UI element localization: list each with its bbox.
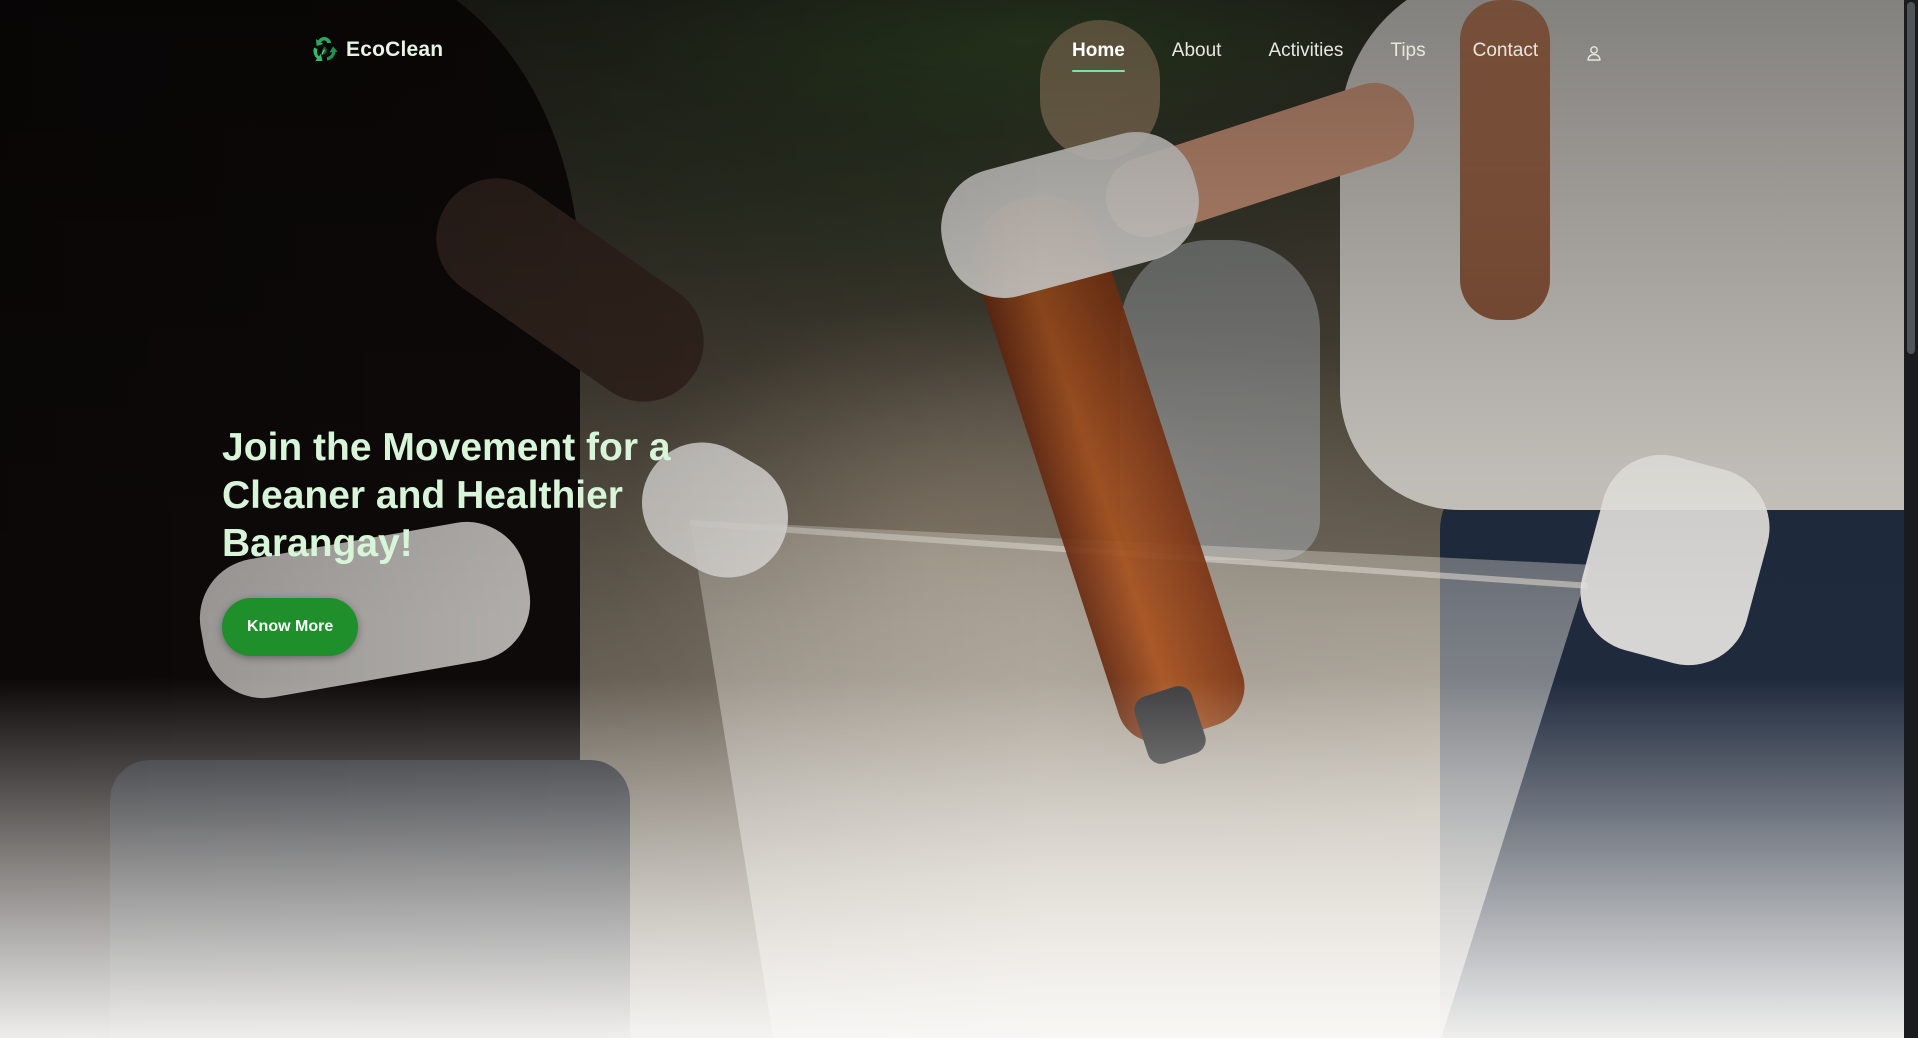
nav-item-home[interactable]: Home xyxy=(1072,40,1125,72)
nav-item-contact[interactable]: Contact xyxy=(1473,40,1538,72)
page-scrollbar[interactable] xyxy=(1904,0,1918,1038)
know-more-button[interactable]: Know More xyxy=(222,598,359,656)
nav-item-tips[interactable]: Tips xyxy=(1390,40,1425,72)
scrollbar-thumb[interactable] xyxy=(1907,2,1915,354)
recycle-leaf-icon xyxy=(313,37,338,61)
brand-name: EcoClean xyxy=(346,38,444,61)
hero-title: Join the Movement for a Cleaner and Heal… xyxy=(222,426,671,565)
nav-item-about[interactable]: About xyxy=(1172,40,1222,72)
nav-item-activities[interactable]: Activities xyxy=(1268,40,1343,72)
user-icon[interactable] xyxy=(1585,44,1603,62)
page: EcoClean Home About Activities Tips Cont… xyxy=(0,0,1904,1038)
main-nav: Home About Activities Tips Contact xyxy=(1072,40,1603,72)
brand-logo-link[interactable]: EcoClean xyxy=(308,34,443,66)
hero-section: Join the Movement for a Cleaner and Heal… xyxy=(222,424,782,656)
